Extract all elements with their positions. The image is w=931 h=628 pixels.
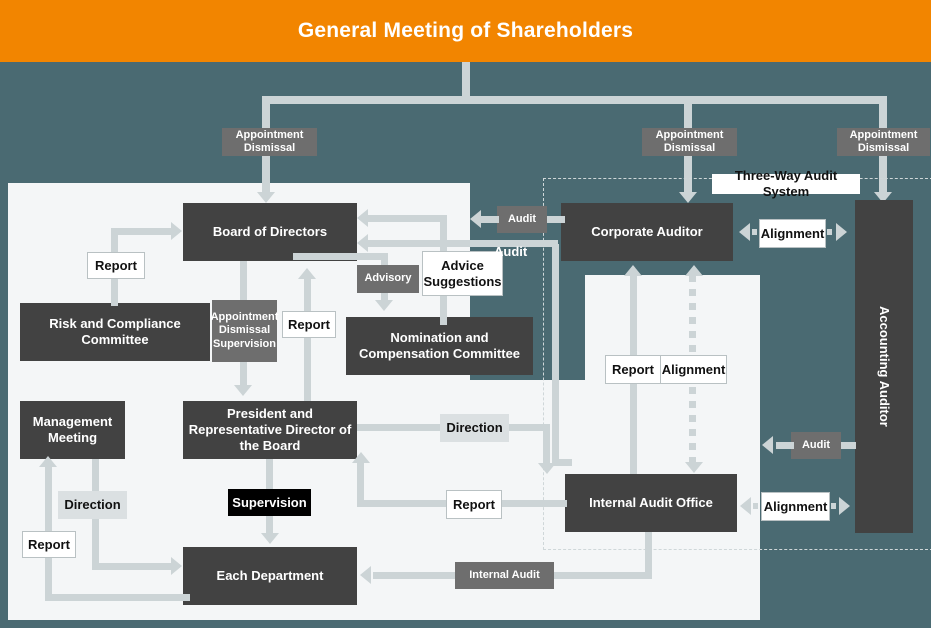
tree-horizontal-bar bbox=[262, 96, 887, 104]
arrow-internal-audit-to-department bbox=[360, 566, 371, 584]
arrow-alignment-top-right bbox=[836, 223, 847, 241]
line-advice-horizontal bbox=[364, 215, 444, 222]
label-appointment-dismissal-supervision: Appointment Dismissal Supervision bbox=[211, 300, 278, 362]
line-report-audit-vertical bbox=[357, 462, 364, 507]
label-advice-suggestions: Advice Suggestions bbox=[422, 251, 503, 296]
label-appointment-dismissal-corporate-auditor: Appointment Dismissal bbox=[642, 128, 737, 156]
line-audit2-vertical bbox=[552, 244, 559, 466]
label-report-management: Report bbox=[22, 531, 76, 558]
line-risk-report-horizontal bbox=[111, 228, 173, 235]
arrow-risk-report-to-board bbox=[171, 222, 182, 240]
line-to-board-lower bbox=[262, 156, 270, 194]
arrow-alignment-top-left bbox=[739, 223, 750, 241]
node-management-meeting[interactable]: Management Meeting bbox=[20, 401, 125, 459]
arrow-advice-to-board bbox=[357, 209, 368, 227]
line-president-report-to-board bbox=[304, 278, 311, 401]
line-audit-to-board bbox=[545, 216, 565, 223]
label-report-audit: Report bbox=[446, 490, 502, 519]
arrow-alignment-dotted-down bbox=[685, 462, 703, 473]
label-appointment-dismissal-accounting-auditor: Appointment Dismissal bbox=[837, 128, 930, 156]
label-audit-secondary: Audit bbox=[494, 244, 528, 260]
label-supervision: Supervision bbox=[228, 489, 311, 516]
line-report-mgmt-horizontal bbox=[45, 594, 190, 601]
arrow-audit-accounting-to-iao bbox=[762, 436, 773, 454]
label-appointment-dismissal-board: Appointment Dismissal bbox=[222, 128, 317, 156]
label-direction-management: Direction bbox=[58, 491, 127, 519]
node-president-and-representative-director[interactable]: President and Representative Director of… bbox=[183, 401, 357, 459]
arrow-alignment-dotted-up bbox=[685, 265, 703, 276]
line-audit-accounting-left bbox=[776, 442, 794, 449]
label-report-president: Report bbox=[282, 311, 336, 338]
arrow-advisory-to-nomination bbox=[375, 300, 393, 311]
arrow-to-board bbox=[257, 192, 275, 203]
arrow-iao-report-to-ca bbox=[624, 265, 642, 276]
line-direction-mgmt-horizontal bbox=[92, 563, 174, 570]
trunk-from-shareholders bbox=[462, 62, 470, 96]
arrow-board-to-president bbox=[234, 385, 252, 396]
node-internal-audit-office[interactable]: Internal Audit Office bbox=[565, 474, 737, 532]
label-audit-board: Audit bbox=[497, 206, 547, 233]
arrow-audit-to-board bbox=[470, 210, 481, 228]
arrow-report-audit-to-president bbox=[352, 452, 370, 463]
node-risk-and-compliance-committee[interactable]: Risk and Compliance Committee bbox=[20, 303, 210, 361]
arrow-supervision-to-department bbox=[261, 533, 279, 544]
line-direction-audit-vertical bbox=[543, 424, 550, 466]
general-meeting-header: General Meeting of Shareholders bbox=[0, 0, 931, 62]
line-alignment-top-right bbox=[827, 229, 832, 235]
line-alignment-bottom-right bbox=[831, 503, 836, 509]
line-advisory-horizontal bbox=[293, 253, 388, 260]
header-title: General Meeting of Shareholders bbox=[297, 19, 634, 42]
node-each-department[interactable]: Each Department bbox=[183, 547, 357, 605]
label-three-way-audit-system: Three-Way Audit System bbox=[712, 168, 860, 199]
line-audit-to-board-left bbox=[481, 216, 499, 223]
arrow-direction-mgmt-to-department bbox=[171, 557, 182, 575]
node-accounting-auditor[interactable]: Accounting Auditor bbox=[855, 200, 913, 533]
label-audit-accounting: Audit bbox=[791, 432, 841, 459]
node-corporate-auditor[interactable]: Corporate Auditor bbox=[561, 203, 733, 261]
arrow-president-report-to-board bbox=[298, 268, 316, 279]
label-alignment-top: Alignment bbox=[759, 219, 826, 248]
label-advisory: Advisory bbox=[357, 265, 419, 293]
arrow-direction-to-iao bbox=[538, 463, 556, 474]
line-alignment-top-left bbox=[752, 229, 757, 235]
label-alignment-bottom: Alignment bbox=[761, 492, 830, 521]
label-direction-audit: Direction bbox=[440, 414, 509, 442]
label-report-risk-committee: Report bbox=[87, 252, 145, 279]
label-report-corporate-auditor: Report bbox=[605, 355, 661, 384]
arrow-alignment-bottom-left bbox=[740, 497, 751, 515]
arrow-alignment-bottom-right bbox=[839, 497, 850, 515]
org-chart-diagram: General Meeting of Shareholders Appointm… bbox=[0, 0, 931, 628]
line-alignment-bottom-left bbox=[753, 503, 758, 509]
line-internal-audit-vertical bbox=[645, 532, 652, 575]
node-nomination-and-compensation-committee[interactable]: Nomination and Compensation Committee bbox=[346, 317, 533, 375]
arrow-audit2-to-board bbox=[357, 234, 368, 252]
label-internal-audit: Internal Audit bbox=[455, 562, 554, 589]
arrow-report-mgmt-to-meeting bbox=[39, 456, 57, 467]
label-alignment-mid: Alignment bbox=[660, 355, 727, 384]
